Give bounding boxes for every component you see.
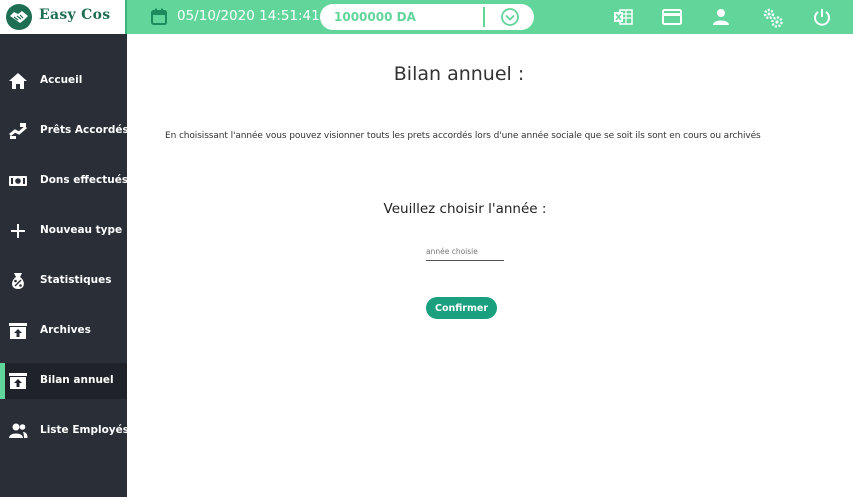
- sidebar-item-label: Liste Employés: [40, 424, 129, 436]
- user-icon[interactable]: [711, 7, 731, 31]
- chevron-down-icon[interactable]: [500, 7, 520, 31]
- excel-icon[interactable]: [613, 7, 633, 31]
- balance-amount: 1000000 DA: [334, 10, 416, 24]
- sidebar: Accueil Prêts Accordés Dons effectués No…: [0, 34, 129, 497]
- main-content: Bilan annuel : En choisissant l'année vo…: [127, 34, 853, 497]
- sidebar-item-statistiques[interactable]: Statistiques: [0, 263, 127, 299]
- logo-text: Easy Cos: [39, 7, 111, 23]
- page-title: Bilan annuel :: [393, 63, 525, 85]
- money-icon: [8, 171, 28, 191]
- confirm-button[interactable]: Confirmer: [426, 297, 497, 319]
- sidebar-item-label: Prêts Accordés: [40, 124, 129, 136]
- sidebar-item-label: Nouveau type: [40, 224, 123, 236]
- stats-icon: [8, 271, 28, 291]
- year-input[interactable]: [426, 242, 504, 261]
- sidebar-item-prets-accordes[interactable]: Prêts Accordés: [0, 113, 129, 149]
- pill-divider: [483, 7, 485, 27]
- sidebar-item-label: Dons effectués: [40, 174, 129, 186]
- sidebar-item-nouveau-type[interactable]: Nouveau type: [0, 213, 127, 249]
- power-icon[interactable]: [812, 7, 832, 31]
- sidebar-item-accueil[interactable]: Accueil: [0, 63, 127, 99]
- year-prompt: Veuillez choisir l'année :: [383, 201, 547, 217]
- balance-selector[interactable]: 1000000 DA: [320, 4, 534, 30]
- top-bar: Easy Cos 05/10/2020 14:51:41 1000000 DA: [0, 0, 853, 34]
- sidebar-item-label: Accueil: [40, 74, 83, 86]
- card-icon[interactable]: [662, 7, 682, 31]
- sidebar-item-archives[interactable]: Archives: [0, 313, 127, 349]
- handshake-icon: [6, 4, 32, 30]
- app-logo[interactable]: Easy Cos: [0, 0, 127, 34]
- home-icon: [8, 71, 28, 91]
- plus-icon: [8, 221, 28, 241]
- sidebar-item-bilan-annuel[interactable]: Bilan annuel: [0, 363, 127, 399]
- loan-icon: [8, 121, 28, 141]
- sidebar-item-label: Statistiques: [40, 274, 112, 286]
- sidebar-item-label: Bilan annuel: [40, 374, 114, 386]
- settings-icon[interactable]: [762, 7, 784, 33]
- archive-icon: [8, 371, 28, 391]
- calendar-icon: [151, 8, 167, 29]
- archive-icon: [8, 321, 28, 341]
- sidebar-item-label: Archives: [40, 324, 91, 336]
- page-description: En choisissant l'année vous pouvez visio…: [165, 131, 761, 141]
- current-datetime: 05/10/2020 14:51:41: [177, 8, 320, 24]
- sidebar-item-liste-employes[interactable]: Liste Employés: [0, 413, 129, 449]
- people-icon: [8, 421, 28, 441]
- sidebar-item-dons-effectues[interactable]: Dons effectués: [0, 163, 129, 199]
